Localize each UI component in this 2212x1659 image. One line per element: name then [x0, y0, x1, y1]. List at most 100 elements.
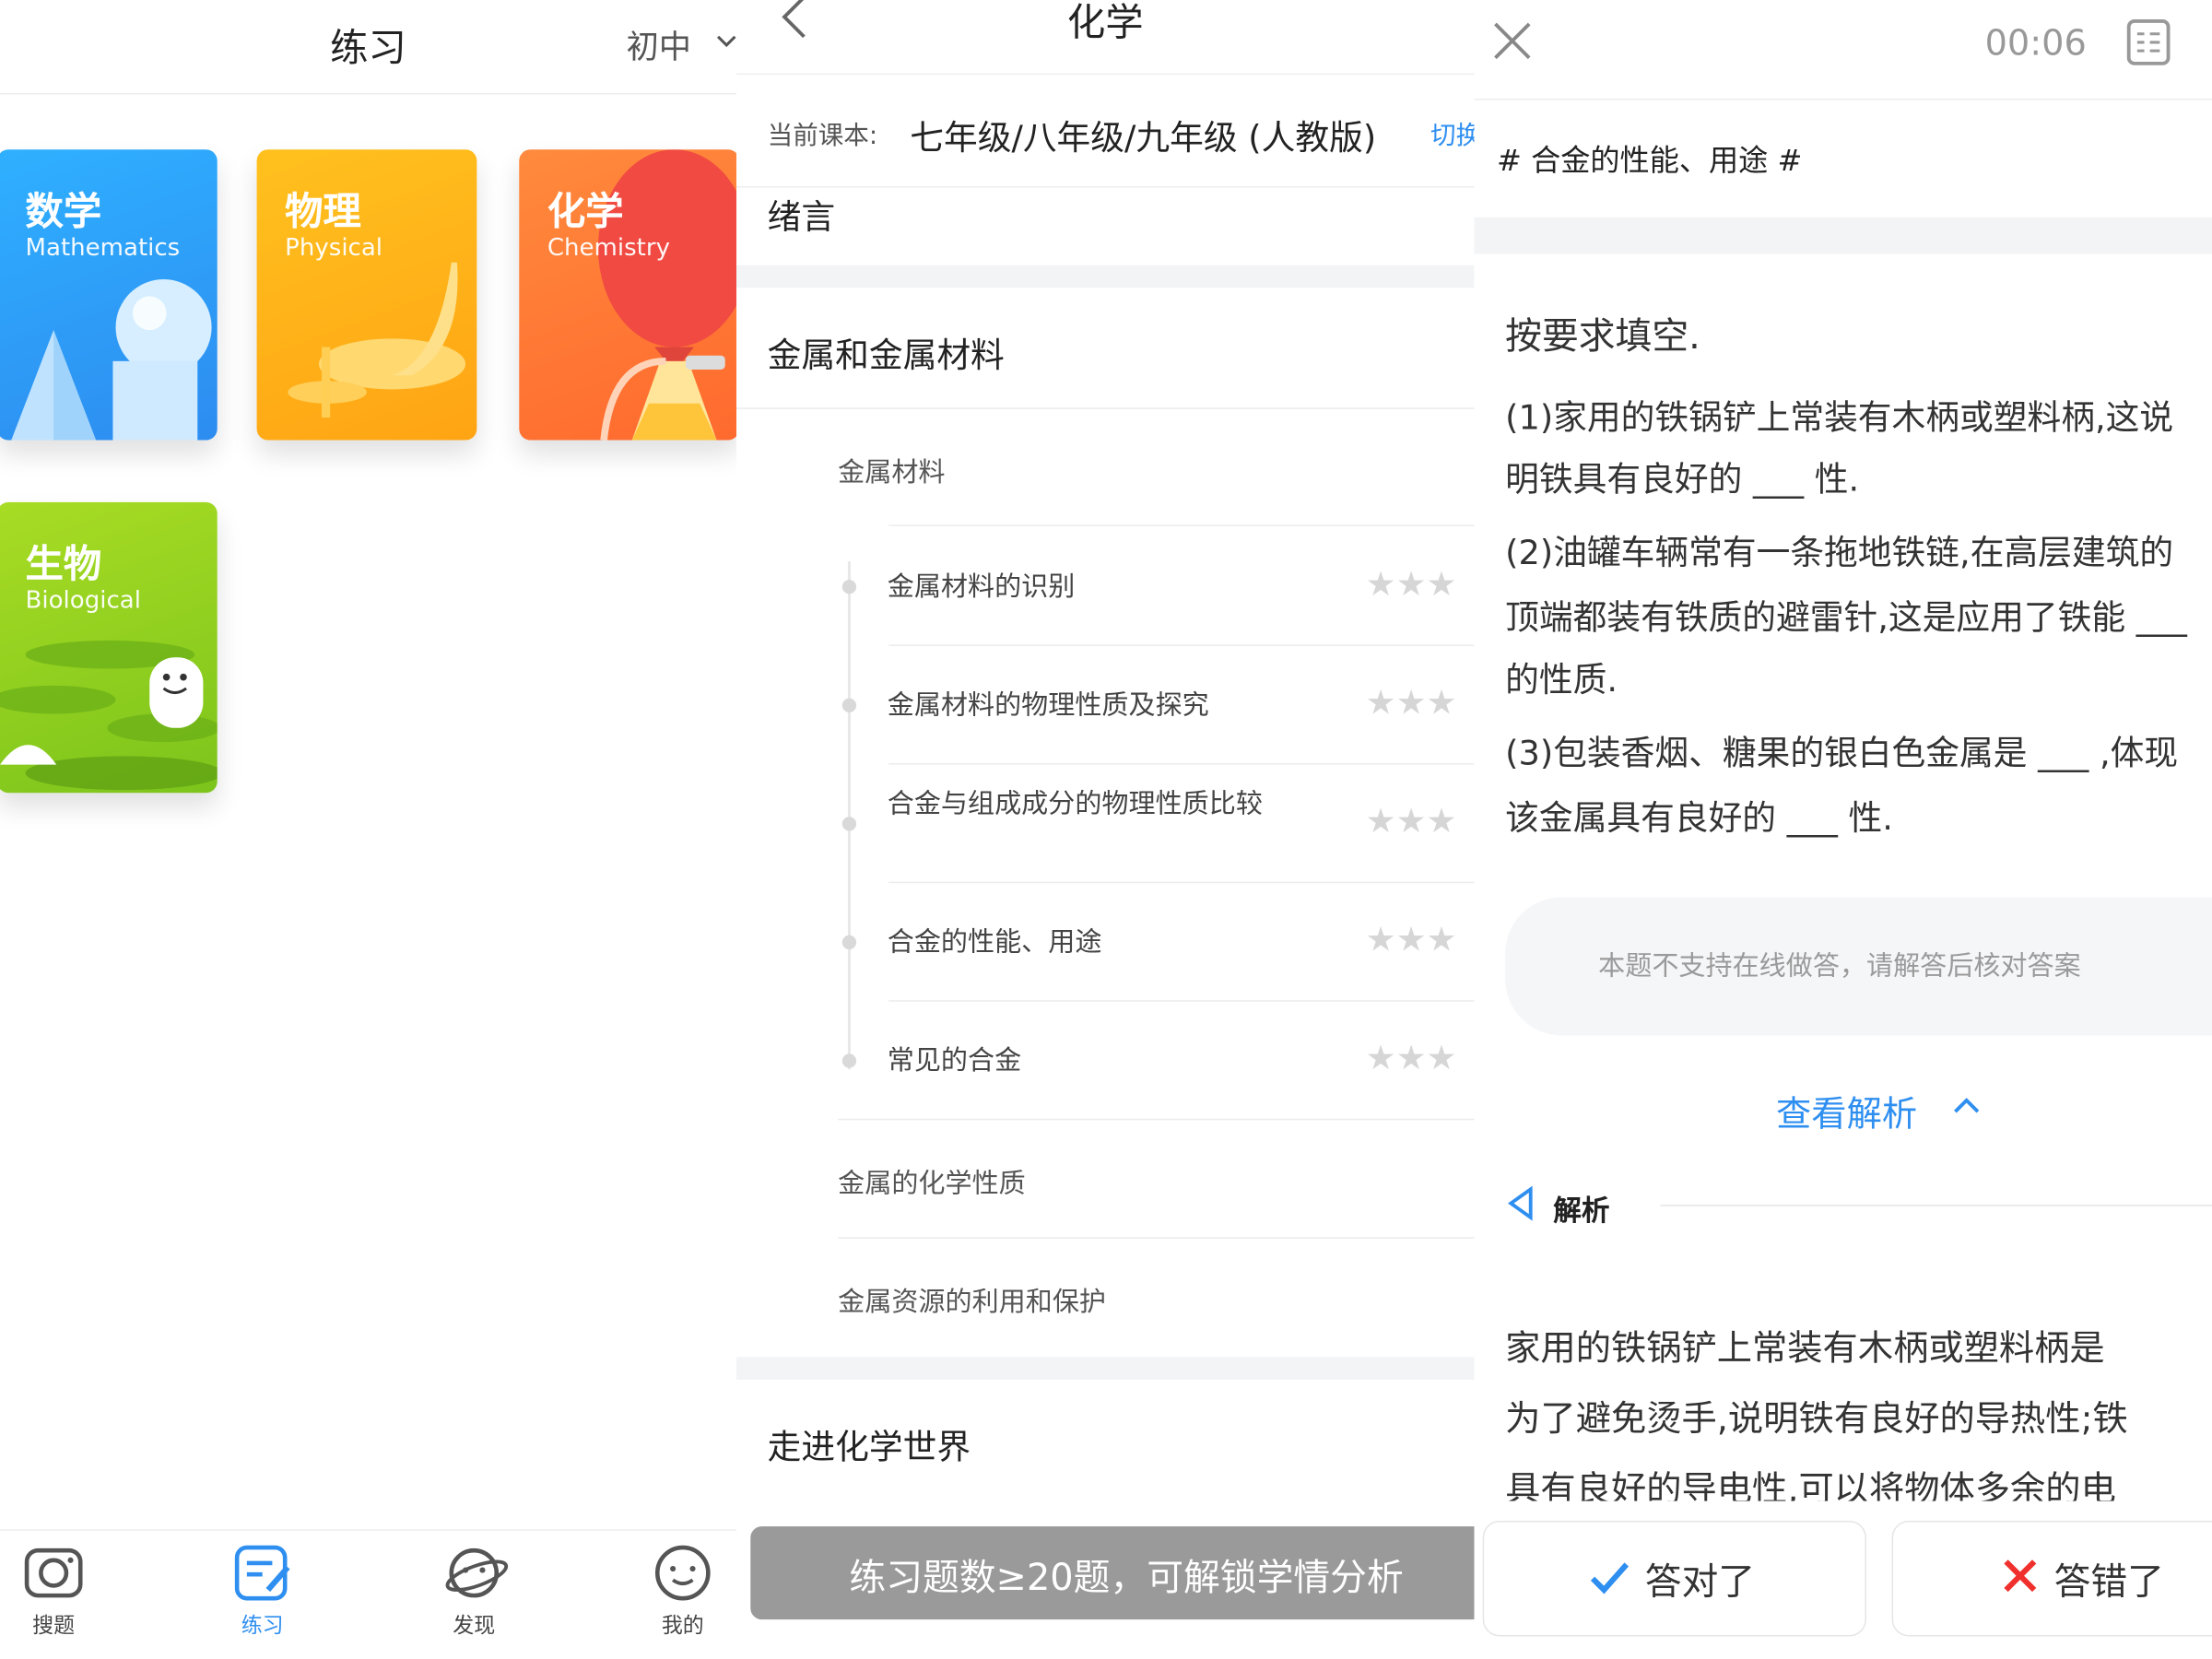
analysis-text: 为了避免烫手,说明铁有良好的导热性;铁 — [1505, 1397, 2128, 1440]
chapter-title: 金属和金属材料 — [767, 335, 1005, 376]
subject-card-math[interactable]: 数学 Mathematics — [0, 149, 218, 441]
section-row[interactable]: 金属材料 — [736, 409, 1475, 525]
timeline-dot — [841, 580, 857, 594]
planet-icon — [445, 1547, 509, 1598]
answer-sheet-icon[interactable] — [2126, 18, 2171, 72]
chemistry-catalog-screen: 化学 当前课本: 七年级/八年级/九年级 (人教版) 切换 绪言 金属和金属材料… — [735, 0, 1475, 1659]
textbook-label: 当前课本: — [767, 121, 878, 151]
chapter-row[interactable]: 金属和金属材料 — [736, 290, 1475, 409]
section-title: 金属资源的利用和保护 — [838, 1286, 1107, 1318]
tab-label: 我的 — [661, 1612, 704, 1639]
question-text: (3)包装香烟、糖果的银白色金属是 ___ ,体现 — [1505, 733, 2179, 773]
analysis-text: 家用的铁锅铲上常装有木柄或塑料柄是 — [1505, 1327, 2105, 1369]
grade-selector[interactable]: 初中 — [627, 19, 691, 67]
answer-notice: 本题不支持在线做答，请解答后核对答案 — [1505, 897, 2212, 1036]
timeline-dot — [841, 817, 857, 831]
button-label: 答错了 — [2053, 1561, 2164, 1605]
difficulty-stars-icon: ★★★ — [1365, 564, 1457, 605]
bottom-tab-bar: 搜题 练习 发现 我的 — [0, 1529, 736, 1659]
divider — [888, 524, 1475, 526]
point-title: 常见的合金 — [887, 1045, 1022, 1077]
tab-mine[interactable]: 我的 — [627, 1531, 736, 1659]
analysis-marker-icon — [1505, 1185, 1536, 1228]
point-title: 合金的性能、用途 — [887, 926, 1102, 959]
question-text: 顶端都装有铁质的避雷针,这是应用了铁能 ___ — [1505, 597, 2187, 638]
notice-text: 本题不支持在线做答，请解答后核对答案 — [1598, 950, 2081, 982]
chapter-row[interactable]: 绪言 — [736, 186, 1475, 265]
difficulty-stars-icon: ★★★ — [1365, 919, 1457, 959]
point-title: 合金与组成成分的物理性质比较 — [887, 788, 1263, 820]
close-icon[interactable] — [1491, 19, 1534, 67]
textbook-name: 七年级/八年级/九年级 (人教版) — [910, 118, 1377, 159]
current-textbook-bar: 当前课本: 七年级/八年级/九年级 (人教版) 切换 — [735, 85, 1475, 188]
tab-search[interactable]: 搜题 — [0, 1531, 110, 1659]
unlock-analysis-banner[interactable]: 练习题数≥20题，可解锁学情分析 — [750, 1526, 1475, 1620]
tab-label: 发现 — [453, 1612, 496, 1639]
question-text: (1)家用的铁锅铲上常装有木柄或塑料柄,这说 — [1505, 397, 2174, 438]
point-title: 金属材料的物理性质及探究 — [887, 689, 1209, 722]
subject-card-chemistry[interactable]: 化学 Chemistry — [519, 149, 736, 441]
point-title: 金属材料的识别 — [887, 571, 1076, 603]
subject-card-biology[interactable]: 生物 Biological — [0, 501, 218, 794]
difficulty-stars-icon: ★★★ — [1365, 1038, 1457, 1078]
timeline-line — [847, 561, 851, 1070]
subject-name: 化学 — [547, 190, 624, 235]
chevron-up-icon[interactable] — [1951, 1090, 1983, 1124]
tab-practice[interactable]: 练习 — [206, 1531, 318, 1659]
answered-correct-button[interactable]: 答对了 — [1482, 1521, 1866, 1637]
difficulty-stars-icon: ★★★ — [1365, 801, 1457, 841]
subject-name-en: Chemistry — [547, 234, 670, 263]
page-title: 化学 — [1066, 1, 1144, 45]
back-icon[interactable] — [779, 0, 810, 48]
tab-label: 搜题 — [32, 1612, 76, 1639]
question-text: 的性质. — [1505, 660, 1618, 700]
answered-wrong-button[interactable]: 答错了 — [1891, 1521, 2212, 1637]
subject-name-en: Mathematics — [25, 234, 181, 263]
face-icon — [654, 1545, 711, 1601]
analysis-title: 解析 — [1553, 1193, 1610, 1228]
tab-label: 练习 — [241, 1612, 284, 1639]
subject-card-physics[interactable]: 物理 Physical — [256, 149, 477, 441]
check-icon — [1590, 1562, 1630, 1594]
subject-name: 物理 — [285, 190, 361, 235]
section-gap — [735, 1357, 1475, 1380]
chapter-title: 绪言 — [767, 197, 836, 238]
chapter-title: 走进化学世界 — [767, 1427, 971, 1467]
timer: 00:06 — [1984, 22, 2087, 64]
timeline-dot — [841, 1053, 857, 1068]
chapter-row[interactable]: 走进化学世界 — [736, 1382, 1475, 1501]
practice-header: 练习 初中 — [0, 0, 736, 95]
subject-name-en: Physical — [285, 234, 383, 263]
tab-discover[interactable]: 发现 — [418, 1531, 530, 1659]
section-row[interactable]: 金属资源的利用和保护 — [736, 1239, 1475, 1358]
section-gap — [735, 265, 1475, 288]
divider — [1660, 1205, 2212, 1206]
question-text: 该金属具有良好的 ___ 性. — [1505, 798, 1893, 839]
question-text: 明铁具有良好的 ___ 性. — [1505, 459, 1860, 500]
timeline-dot — [841, 698, 857, 712]
practice-home-screen: 练习 初中 数学 Mathematics 物理 Physical 化学 Chem… — [0, 0, 736, 1659]
section-title: 金属的化学性质 — [838, 1168, 1026, 1200]
subject-name: 数学 — [25, 190, 102, 235]
chevron-down-icon[interactable] — [715, 29, 736, 55]
cross-icon — [2004, 1559, 2037, 1593]
catalog-header: 化学 — [735, 0, 1475, 76]
question-screen: 00:06 # 合金的性能、用途 # 按要求填空. (1)家用的铁锅铲上常装有木… — [1474, 0, 2212, 1659]
question-text: 按要求填空. — [1505, 315, 1700, 359]
subject-name: 生物 — [25, 543, 102, 587]
answer-bar: 答对了 答错了 — [1474, 1500, 2212, 1659]
camera-icon — [24, 1547, 83, 1598]
banner-text: 练习题数≥20题，可解锁学情分析 — [849, 1557, 1404, 1600]
screenshot-stage: 练习 初中 数学 Mathematics 物理 Physical 化学 Chem… — [0, 0, 2212, 1659]
section-row[interactable]: 金属的化学性质 — [736, 1120, 1475, 1239]
question-header: 00:06 — [1474, 0, 2212, 100]
question-text: (2)油罐车辆常有一条拖地铁链,在高层建筑的 — [1505, 533, 2174, 573]
view-analysis-link[interactable]: 查看解析 — [1776, 1087, 1917, 1137]
question-topic: # 合金的性能、用途 # — [1496, 144, 1803, 178]
section-title: 金属材料 — [838, 456, 946, 488]
switch-textbook-link[interactable]: 切换 — [1430, 116, 1474, 153]
button-label: 答对了 — [1644, 1561, 1756, 1605]
section-gap — [1474, 217, 2212, 254]
subject-name-en: Biological — [25, 586, 141, 616]
timeline-dot — [841, 935, 857, 950]
